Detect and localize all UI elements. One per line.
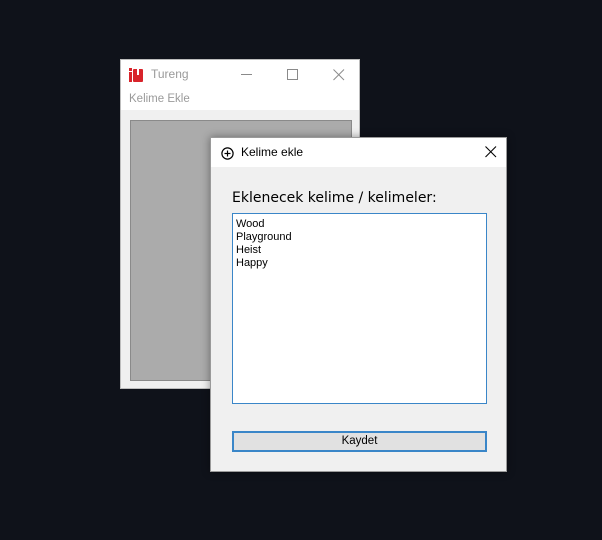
maximize-icon [287,69,298,80]
list-item[interactable]: Happy [236,257,483,270]
prompt-label: Eklenecek kelime / kelimeler: [232,190,437,206]
list-item[interactable]: Wood [236,218,483,231]
main-titlebar[interactable]: Tureng [121,60,359,90]
close-button[interactable] [316,60,362,90]
menu-item-kelime-ekle[interactable]: Kelime Ekle [129,93,190,105]
maximize-button[interactable] [270,60,316,90]
minimize-icon [241,74,252,75]
close-icon [485,146,497,158]
menubar: Kelime Ekle [121,90,359,110]
dialog-title: Kelime ekle [241,145,304,159]
minimize-button[interactable] [224,60,270,90]
words-textarea[interactable]: Wood Playground Heist Happy [232,213,487,404]
list-item[interactable]: Playground [236,231,483,244]
add-word-dialog: Kelime ekle Eklenecek kelime / kelimeler… [210,137,507,472]
tureng-logo-icon [129,67,143,82]
plus-circle-icon [221,145,234,160]
list-item[interactable]: Heist [236,244,483,257]
close-icon [333,69,345,81]
save-button[interactable]: Kaydet [232,431,487,452]
dialog-titlebar[interactable]: Kelime ekle [211,138,506,167]
dialog-close-button[interactable] [474,138,506,167]
main-window-title: Tureng [151,67,189,81]
